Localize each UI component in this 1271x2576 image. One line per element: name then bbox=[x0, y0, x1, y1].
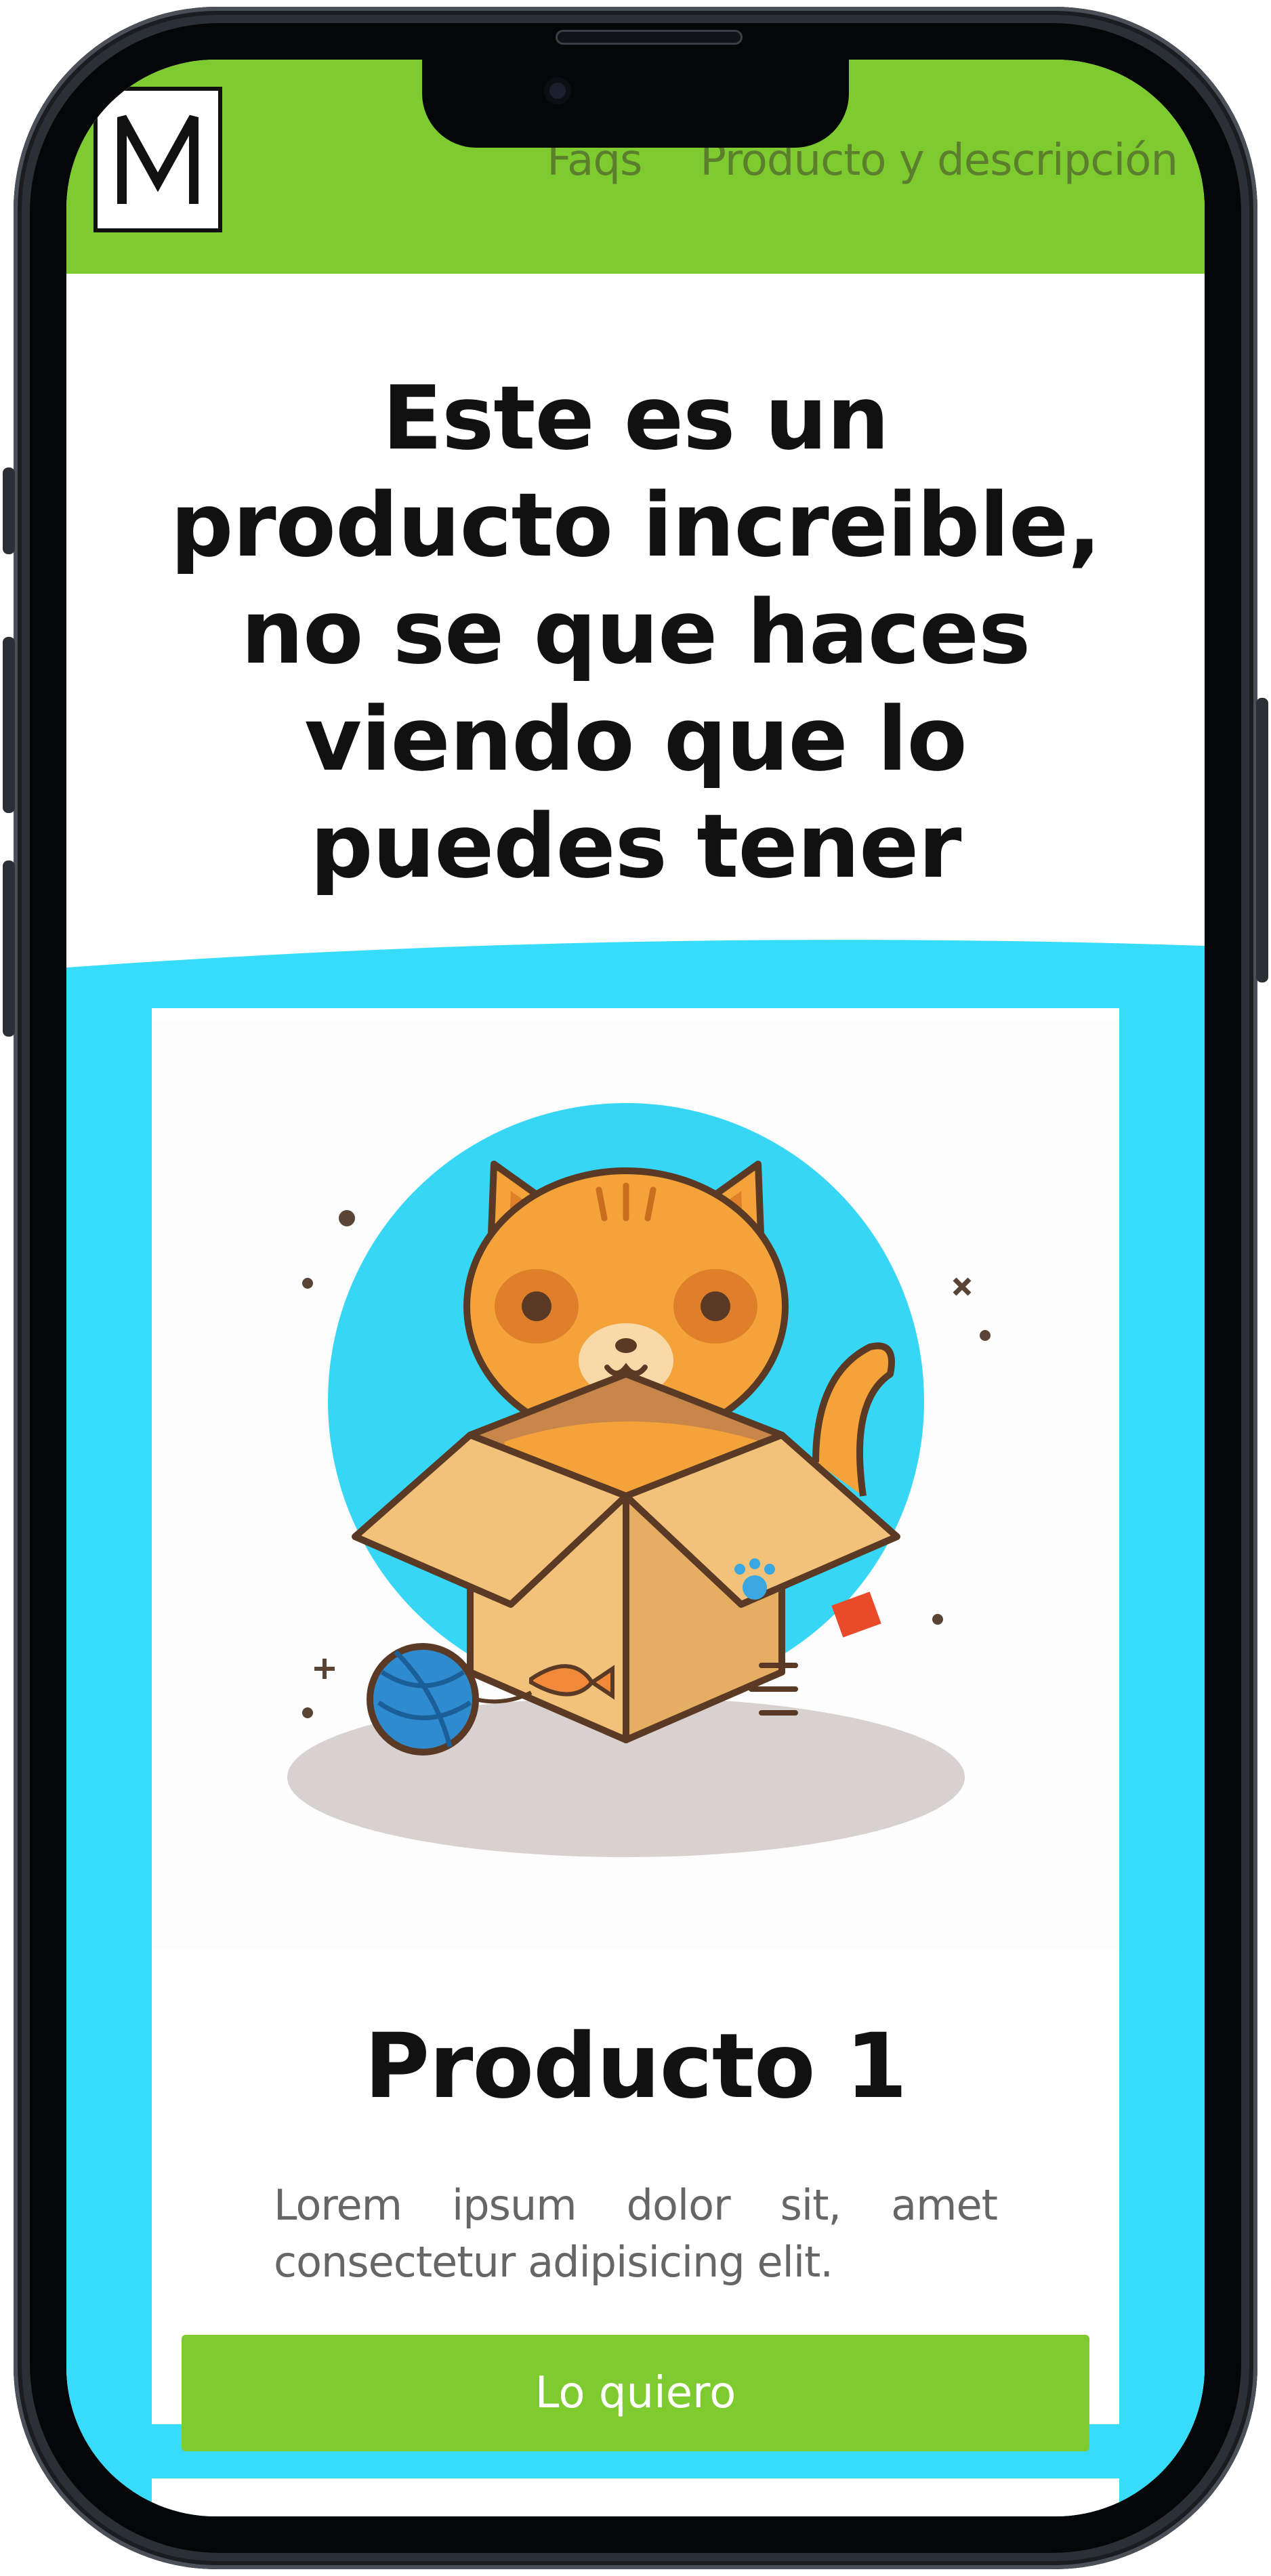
lo-quiero-button[interactable]: Lo quiero bbox=[182, 2335, 1089, 2451]
cat-in-box-illustration-icon bbox=[287, 1103, 991, 1857]
product-description: Lorem ipsum dolor sit, amet consectetur … bbox=[274, 2180, 998, 2287]
speaker-slot bbox=[556, 30, 743, 45]
side-button-volume-down bbox=[3, 860, 15, 1037]
hero-headline: Este es un producto increible, no se que… bbox=[170, 367, 1101, 898]
screen: Faqs Producto y descripción Este es un p… bbox=[66, 60, 1205, 2516]
side-button-power bbox=[1256, 698, 1268, 982]
product-card-next bbox=[152, 2478, 1119, 2516]
logo-glyph bbox=[117, 115, 199, 204]
notch bbox=[422, 60, 849, 148]
product-card: Producto 1 Lorem ipsum dolor sit, amet c… bbox=[152, 1008, 1119, 2451]
product-title: Producto 1 bbox=[364, 2014, 908, 2119]
m-monogram-logo-icon[interactable] bbox=[93, 87, 222, 232]
front-camera bbox=[544, 77, 571, 104]
side-button-mute bbox=[3, 468, 15, 554]
side-button-volume-up bbox=[3, 637, 15, 813]
product-image bbox=[152, 1022, 1119, 1950]
